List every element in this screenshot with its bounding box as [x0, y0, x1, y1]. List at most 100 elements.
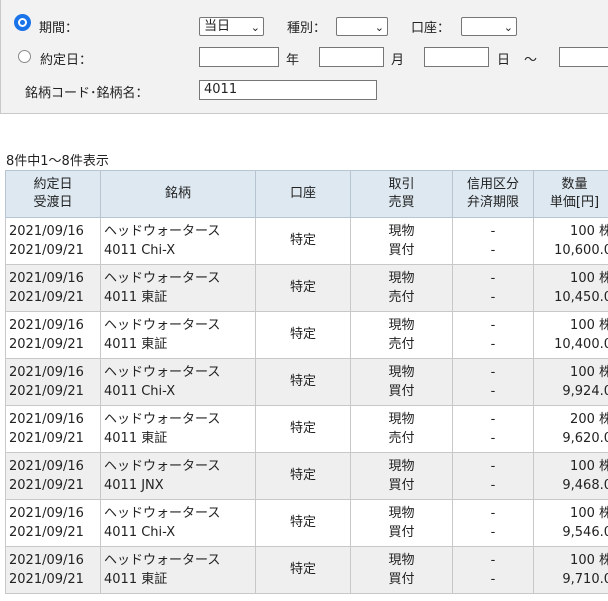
- cell-stock: ヘッドウォータース 4011 東証: [100, 546, 256, 594]
- cell-credit: --: [452, 311, 534, 359]
- header-quantity-price: 数量 単価[円]: [533, 170, 608, 218]
- cell-credit-credit2: -: [490, 572, 496, 587]
- cell-credit: --: [452, 499, 534, 547]
- account-label: 口座：: [411, 21, 451, 36]
- cell-trade-side-side: 買付: [388, 478, 415, 493]
- cell-dates-settle-date: 2021/09/21: [9, 478, 84, 493]
- type-select[interactable]: ⌄: [336, 17, 388, 36]
- cell-dates-trade-date: 2021/09/16: [9, 270, 84, 286]
- cell-stock: ヘッドウォータース 4011 東証: [100, 311, 256, 359]
- cell-qty-price: 100 株 9,710.0: [533, 546, 608, 594]
- header-credit-type: 信用区分 弁済期限: [452, 170, 534, 218]
- cell-qty-price-price: 9,546.0: [562, 525, 608, 540]
- header-stock: 銘柄: [100, 170, 256, 218]
- cell-account: 特定: [255, 264, 351, 312]
- header-account: 口座: [255, 170, 351, 218]
- cell-dates-settle-date: 2021/09/21: [9, 243, 84, 258]
- chevron-down-icon: ⌄: [374, 21, 384, 34]
- cell-trade-side-trade: 現物: [388, 270, 415, 286]
- cell-qty-price-price: 9,468.0: [562, 478, 608, 493]
- code-input[interactable]: 4011: [199, 80, 377, 100]
- cell-dates: 2021/09/16 2021/09/21: [5, 217, 101, 265]
- cell-trade-side-side: 売付: [388, 337, 415, 352]
- cell-stock-name: ヘッドウォータース: [104, 458, 221, 474]
- cell-qty-price: 100 株 10,600.0: [533, 217, 608, 265]
- cell-dates-trade-date: 2021/09/16: [9, 364, 84, 380]
- range-separator: ～: [524, 53, 538, 68]
- cell-trade-side: 現物 売付: [350, 311, 453, 359]
- table-row: 2021/09/16 2021/09/21 ヘッドウォータース 4011 東証 特定 現物…: [5, 311, 608, 359]
- period-radio[interactable]: [16, 16, 29, 29]
- cell-account-account: 特定: [289, 468, 316, 484]
- cell-stock-name: ヘッドウォータース: [104, 364, 221, 380]
- cell-stock-name: ヘッドウォータース: [104, 552, 221, 568]
- table-row: 2021/09/16 2021/09/21 ヘッドウォータース 4011 東証 特定 現物…: [5, 264, 608, 312]
- cell-stock-code-market: 4011 東証: [104, 431, 168, 446]
- cell-credit-credit2: -: [490, 431, 496, 446]
- cell-trade-side-side: 買付: [388, 572, 415, 587]
- from-day-input[interactable]: [424, 47, 489, 67]
- account-select[interactable]: ⌄: [461, 17, 517, 36]
- cell-qty-price: 100 株 9,468.0: [533, 452, 608, 500]
- cell-dates-trade-date: 2021/09/16: [9, 317, 84, 333]
- cell-trade-side: 現物 買付: [350, 217, 453, 265]
- to-year-input[interactable]: [559, 47, 608, 67]
- cell-trade-side-side: 売付: [388, 431, 415, 446]
- period-select-value: 当日: [204, 19, 231, 34]
- cell-account-account: 特定: [289, 327, 316, 343]
- cell-credit: --: [452, 452, 534, 500]
- cell-trade-side-side: 買付: [388, 384, 415, 399]
- cell-qty-price-price: 9,620.0: [562, 431, 608, 446]
- cell-account: 特定: [255, 358, 351, 406]
- from-year-input[interactable]: [199, 47, 279, 67]
- table-row: 2021/09/16 2021/09/21 ヘッドウォータース 4011 Chi-X 特…: [5, 358, 608, 406]
- cell-credit: --: [452, 217, 534, 265]
- cell-credit-credit: -: [490, 223, 496, 239]
- cell-qty-price-price: 9,924.0: [562, 384, 608, 399]
- cell-qty-price-qty: 100 株: [570, 270, 608, 286]
- cell-trade-side-trade: 現物: [388, 364, 415, 380]
- cell-account: 特定: [255, 405, 351, 453]
- from-month-input[interactable]: [319, 47, 384, 67]
- cell-dates-trade-date: 2021/09/16: [9, 458, 84, 474]
- cell-stock: ヘッドウォータース 4011 Chi-X: [100, 217, 256, 265]
- cell-account: 特定: [255, 452, 351, 500]
- cell-dates: 2021/09/16 2021/09/21: [5, 405, 101, 453]
- cell-trade-side-trade: 現物: [388, 223, 415, 239]
- cell-credit-credit2: -: [490, 525, 496, 540]
- cell-credit-credit: -: [490, 411, 496, 427]
- cell-credit-credit2: -: [490, 243, 496, 258]
- cell-stock-code-market: 4011 東証: [104, 290, 168, 305]
- cell-trade-side: 現物 売付: [350, 405, 453, 453]
- cell-stock: ヘッドウォータース 4011 Chi-X: [100, 499, 256, 547]
- search-filter-panel: 期間： 当日 ⌄ 種別： ⌄ 口座： ⌄ 約定日： 年 月 日 ～ 銘柄コード･…: [0, 0, 608, 114]
- header-trade-date: 約定日 受渡日: [5, 170, 101, 218]
- cell-dates-settle-date: 2021/09/21: [9, 337, 84, 352]
- cell-stock: ヘッドウォータース 4011 Chi-X: [100, 358, 256, 406]
- cell-trade-side: 現物 買付: [350, 546, 453, 594]
- cell-stock: ヘッドウォータース 4011 東証: [100, 264, 256, 312]
- cell-stock: ヘッドウォータース 4011 東証: [100, 405, 256, 453]
- cell-qty-price-qty: 100 株: [570, 317, 608, 333]
- cell-account-account: 特定: [289, 562, 316, 578]
- cell-qty-price: 100 株 9,924.0: [533, 358, 608, 406]
- cell-dates-trade-date: 2021/09/16: [9, 505, 84, 521]
- cell-dates: 2021/09/16 2021/09/21: [5, 546, 101, 594]
- period-select[interactable]: 当日 ⌄: [199, 17, 264, 36]
- chevron-down-icon: ⌄: [250, 21, 260, 34]
- code-input-value: 4011: [204, 82, 238, 97]
- cell-stock-name: ヘッドウォータース: [104, 411, 221, 427]
- cell-stock-name: ヘッドウォータース: [104, 317, 221, 333]
- cell-dates-trade-date: 2021/09/16: [9, 411, 84, 427]
- contract-date-radio[interactable]: [18, 50, 31, 63]
- cell-qty-price: 200 株 9,620.0: [533, 405, 608, 453]
- cell-credit-credit2: -: [490, 290, 496, 305]
- cell-qty-price: 100 株 9,546.0: [533, 499, 608, 547]
- cell-stock-name: ヘッドウォータース: [104, 223, 221, 239]
- cell-credit-credit: -: [490, 505, 496, 521]
- table-row: 2021/09/16 2021/09/21 ヘッドウォータース 4011 東証 特定 現物…: [5, 546, 608, 594]
- cell-credit: --: [452, 358, 534, 406]
- cell-qty-price-price: 10,600.0: [554, 243, 608, 258]
- cell-qty-price-price: 10,400.0: [554, 337, 608, 352]
- cell-qty-price-price: 9,710.0: [562, 572, 608, 587]
